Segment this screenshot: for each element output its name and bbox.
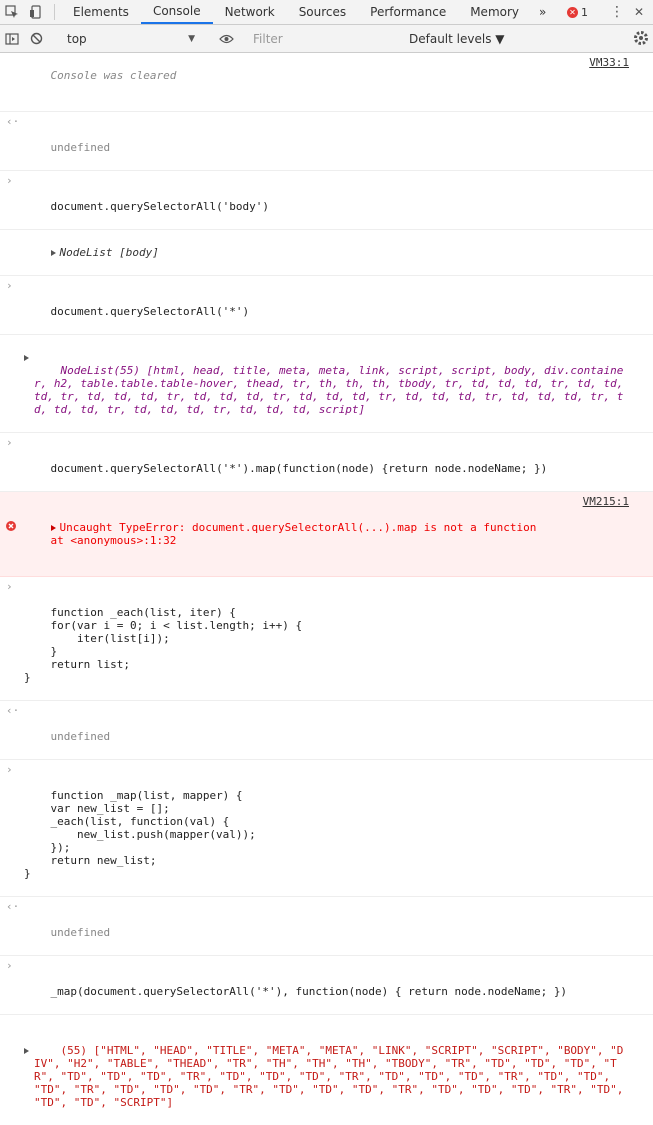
result-value: undefined [50,730,111,743]
console-cleared-text: Console was cleared [50,69,177,82]
error-icon [6,495,18,547]
inspect-element-icon[interactable] [0,0,24,24]
context-selector[interactable]: top ▼ [61,32,201,46]
prompt-icon: › [6,174,13,187]
expand-triangle-icon[interactable] [24,1044,36,1057]
input-command: _map(document.querySelectorAll('*'), fun… [50,985,568,998]
expand-triangle-icon[interactable] [50,250,56,256]
source-link[interactable]: VM215:1 [583,495,629,508]
tab-sources[interactable]: Sources [287,0,358,24]
result-arrow-icon: ‹· [6,900,20,913]
gear-icon[interactable] [633,30,649,46]
console-message: Console was cleared VM33:1 [0,53,653,112]
input-command: function _map(list, mapper) { var new_li… [24,789,256,880]
console-result: ‹· undefined [0,701,653,760]
tab-memory[interactable]: Memory [458,0,531,24]
error-message: Uncaught TypeError: document.querySelect… [50,521,537,547]
close-icon[interactable]: ✕ [629,5,649,19]
input-command: function _each(list, iter) { for(var i =… [24,606,303,684]
clear-console-icon[interactable] [24,32,48,45]
prompt-icon: › [6,959,13,972]
tab-network[interactable]: Network [213,0,287,24]
console-result: ‹· undefined [0,112,653,171]
result-value[interactable]: NodeList [body] [60,246,159,259]
result-value: undefined [50,926,111,939]
console-input: › document.querySelectorAll('*').map(fun… [0,433,653,492]
expand-triangle-icon[interactable] [24,351,36,364]
tab-elements[interactable]: Elements [61,0,141,24]
result-value[interactable]: NodeList(55) [html, head, title, meta, m… [34,364,630,416]
console-result: (55) ["HTML", "HEAD", "TITLE", "META", "… [0,1015,653,1125]
more-options-icon[interactable]: ⋮ [607,4,627,20]
tab-performance[interactable]: Performance [358,0,458,24]
result-value: undefined [50,141,111,154]
console-output: Console was cleared VM33:1 ‹· undefined … [0,53,653,1125]
error-count-badge[interactable]: ✕ 1 [567,6,588,19]
input-command: document.querySelectorAll('body') [50,200,270,213]
error-icon: ✕ [567,6,578,18]
sidebar-toggle-icon[interactable] [0,32,24,45]
more-tabs-button[interactable]: » [531,0,554,24]
result-arrow-icon: ‹· [6,704,20,717]
result-arrow-icon: ‹· [6,115,20,128]
device-toggle-icon[interactable] [24,0,48,24]
chevron-down-icon: ▼ [188,33,195,44]
prompt-icon: › [6,580,13,593]
source-link[interactable]: VM33:1 [589,56,629,69]
expand-triangle-icon[interactable] [50,525,56,531]
console-input: › function _map(list, mapper) { var new_… [0,760,653,897]
devtools-toolbar: Elements Console Network Sources Perform… [0,0,653,25]
log-levels-dropdown[interactable]: Default levels ▼ [409,32,505,46]
console-input: › _map(document.querySelectorAll('*'), f… [0,956,653,1015]
filter-input[interactable] [251,30,405,47]
input-command: document.querySelectorAll('*') [50,305,250,318]
live-expression-eye-icon[interactable] [214,34,238,44]
console-result: NodeList(55) [html, head, title, meta, m… [0,335,653,433]
console-filter-bar: top ▼ Default levels ▼ [0,25,653,53]
console-result: ‹· undefined [0,897,653,956]
result-value[interactable]: (55) ["HTML", "HEAD", "TITLE", "META", "… [34,1044,630,1109]
prompt-icon: › [6,763,13,776]
prompt-icon: › [6,436,13,449]
console-input: › function _each(list, iter) { for(var i… [0,577,653,701]
input-command: document.querySelectorAll('*').map(funct… [50,462,548,475]
console-error: Uncaught TypeError: document.querySelect… [0,492,653,577]
console-result: NodeList [body] [0,230,653,276]
toolbar-divider [54,4,55,20]
prompt-icon: › [6,279,13,292]
console-input: › document.querySelectorAll('*') [0,276,653,335]
context-label: top [67,31,87,46]
console-input: › document.querySelectorAll('body') [0,171,653,230]
error-count: 1 [581,5,588,19]
tab-console[interactable]: Console [140,0,213,24]
